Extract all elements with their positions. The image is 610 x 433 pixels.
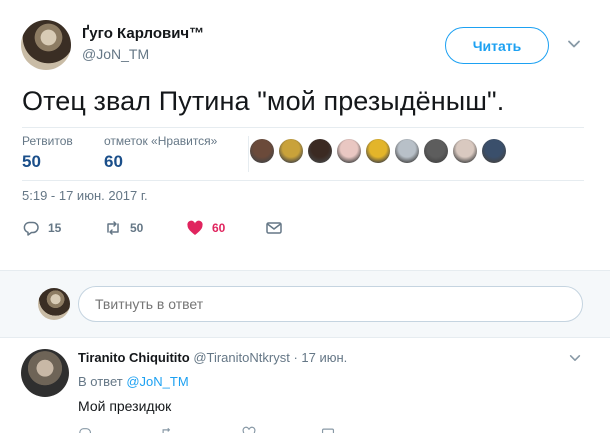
reply-count: 15 xyxy=(48,221,62,235)
liker-avatar[interactable] xyxy=(308,139,332,163)
likes-stat[interactable]: отметок «Нравится» 60 xyxy=(104,134,217,172)
reply-author-handle[interactable]: @TiranitoNtkryst xyxy=(193,350,290,365)
reply-icon[interactable] xyxy=(78,426,92,433)
reply-actions xyxy=(78,426,358,433)
chevron-down-icon[interactable] xyxy=(566,36,582,52)
retweet-icon[interactable] xyxy=(160,426,174,433)
reply-tweet: Tiranito Chiquitito @TiranitoNtkryst · 1… xyxy=(0,339,610,433)
likes-label: отметок «Нравится» xyxy=(104,134,218,148)
liker-avatar[interactable] xyxy=(453,139,477,163)
like-count: 60 xyxy=(212,221,226,235)
retweets-value: 50 xyxy=(22,152,41,171)
likers-avatars xyxy=(250,139,511,163)
current-user-avatar xyxy=(38,288,70,320)
in-reply-prefix: В ответ xyxy=(78,374,123,389)
main-tweet: Ґуго Карлович™ @JoN_TM Читать Отец звал … xyxy=(0,0,610,270)
retweet-icon xyxy=(107,221,119,235)
in-reply-mention[interactable]: @JoN_TM xyxy=(126,374,188,389)
author-avatar[interactable] xyxy=(21,20,71,70)
heart-icon[interactable] xyxy=(242,426,256,433)
liker-avatar[interactable] xyxy=(482,139,506,163)
liker-avatar[interactable] xyxy=(250,139,274,163)
retweet-button[interactable]: 50 xyxy=(104,219,143,237)
reply-text: Мой президюк xyxy=(78,398,172,414)
retweets-stat[interactable]: Ретвитов 50 xyxy=(22,134,73,172)
liker-avatar[interactable] xyxy=(279,139,303,163)
reply-time[interactable]: · 17 июн. xyxy=(293,350,347,365)
liker-avatar[interactable] xyxy=(395,139,419,163)
retweet-count: 50 xyxy=(130,221,144,235)
likes-value: 60 xyxy=(104,152,123,171)
reply-button[interactable]: 15 xyxy=(22,219,61,237)
reply-author-avatar[interactable] xyxy=(21,349,69,397)
reply-composer xyxy=(0,270,610,338)
author-handle[interactable]: @JoN_TM xyxy=(82,46,149,62)
tweet-timestamp[interactable]: 5:19 - 17 июн. 2017 г. xyxy=(22,188,148,203)
envelope-icon xyxy=(266,222,282,234)
reply-header: Tiranito Chiquitito @TiranitoNtkryst · 1… xyxy=(78,350,347,365)
tweet-stats: Ретвитов 50 отметок «Нравится» 60 xyxy=(22,127,584,181)
reply-icon xyxy=(23,221,39,236)
stats-divider xyxy=(248,136,249,172)
chevron-down-icon[interactable] xyxy=(568,351,582,365)
liker-avatar[interactable] xyxy=(366,139,390,163)
reply-author-name[interactable]: Tiranito Chiquitito xyxy=(78,350,190,365)
follow-button[interactable]: Читать xyxy=(445,27,549,64)
heart-icon xyxy=(187,220,203,235)
like-button[interactable]: 60 xyxy=(186,219,225,237)
tweet-text: Отец звал Путина "мой презыдёныш". xyxy=(22,86,505,116)
reply-input[interactable] xyxy=(78,286,583,322)
retweets-label: Ретвитов xyxy=(22,134,73,148)
author-name[interactable]: Ґуго Карлович™ xyxy=(82,25,204,42)
liker-avatar[interactable] xyxy=(424,139,448,163)
liker-avatar[interactable] xyxy=(337,139,361,163)
in-reply-to: В ответ @JoN_TM xyxy=(78,374,189,389)
tweet-actions: 15 50 60 xyxy=(22,219,322,239)
envelope-icon[interactable] xyxy=(321,426,335,433)
direct-message-button[interactable] xyxy=(265,219,283,237)
